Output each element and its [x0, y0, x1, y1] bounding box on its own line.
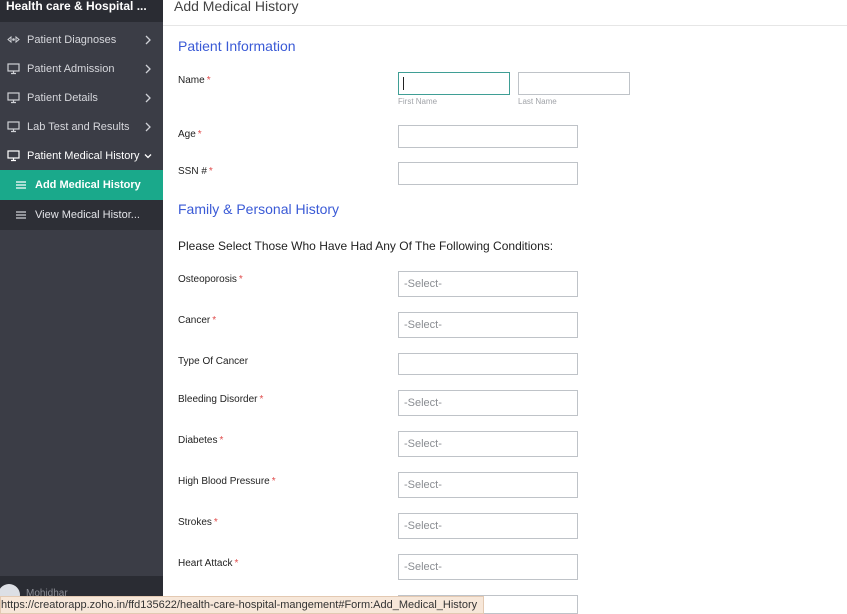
monitor-icon: [7, 62, 20, 75]
required-mark: *: [213, 517, 218, 528]
monitor-icon: [7, 91, 20, 104]
strokes-select[interactable]: -Select-: [398, 513, 578, 539]
type-of-cancer-input[interactable]: [398, 353, 578, 375]
osteoporosis-select[interactable]: -Select-: [398, 271, 578, 297]
diagnoses-icon: [7, 33, 20, 46]
strokes-label: Strokes *: [178, 517, 218, 528]
required-mark: *: [212, 315, 217, 326]
sidebar-item-label: Patient Details: [27, 91, 98, 104]
required-mark: *: [234, 558, 239, 569]
cancer-label: Cancer *: [178, 315, 217, 326]
name-label: Name *: [178, 75, 211, 86]
required-mark: *: [208, 166, 213, 177]
sidebar-nav: Patient Diagnoses Patient Admission Pati…: [0, 25, 163, 230]
list-icon: [15, 209, 27, 221]
required-mark: *: [197, 129, 202, 140]
text-caret: [403, 77, 404, 90]
page-title: Add Medical History: [174, 0, 299, 14]
section-family-history: Family & Personal History: [178, 201, 340, 217]
diabetes-label: Diabetes *: [178, 435, 224, 446]
required-mark: *: [259, 394, 264, 405]
page-header: Add Medical History: [163, 0, 847, 26]
first-name-input[interactable]: [398, 72, 510, 95]
chevron-right-icon: [143, 93, 153, 103]
cancer-select[interactable]: -Select-: [398, 312, 578, 338]
osteoporosis-label: Osteoporosis *: [178, 274, 243, 285]
type-of-cancer-label: Type Of Cancer: [178, 356, 249, 367]
chevron-down-icon: [143, 151, 153, 161]
high-blood-pressure-select[interactable]: -Select-: [398, 472, 578, 498]
chevron-right-icon: [143, 64, 153, 74]
app-title[interactable]: Health care & Hospital ...: [0, 0, 163, 22]
sidebar-item-patient-medical-history[interactable]: Patient Medical History: [0, 141, 163, 170]
sidebar-subitem-view-medical-history[interactable]: View Medical Histor...: [0, 200, 163, 230]
chevron-right-icon: [143, 122, 153, 132]
last-name-input[interactable]: [518, 72, 630, 95]
required-mark: *: [271, 476, 276, 487]
age-input[interactable]: [398, 125, 578, 148]
sidebar: Health care & Hospital ... Patient Diagn…: [0, 0, 163, 614]
first-name-hint: First Name: [398, 97, 438, 106]
conditions-prompt: Please Select Those Who Have Had Any Of …: [178, 239, 554, 253]
section-patient-information: Patient Information: [178, 38, 296, 54]
sidebar-item-label: Patient Diagnoses: [27, 33, 117, 46]
status-url-bar: https://creatorapp.zoho.in/ffd135622/hea…: [0, 596, 485, 614]
diabetes-select[interactable]: -Select-: [398, 431, 578, 457]
required-mark: *: [238, 274, 243, 285]
required-mark: *: [219, 435, 224, 446]
sidebar-item-label: Patient Admission: [27, 62, 115, 75]
heart-attack-label: Heart Attack *: [178, 558, 239, 569]
list-icon: [15, 179, 27, 191]
main-content: Add Medical History Patient Information …: [163, 0, 847, 614]
high-blood-pressure-label: High Blood Pressure *: [178, 476, 276, 487]
monitor-icon: [7, 120, 20, 133]
sidebar-item-patient-admission[interactable]: Patient Admission: [0, 54, 163, 83]
sidebar-item-label: Patient Medical History: [27, 149, 140, 162]
ssn-input[interactable]: [398, 162, 578, 185]
sidebar-item-lab-test-results[interactable]: Lab Test and Results: [0, 112, 163, 141]
sidebar-subitem-label: View Medical Histor...: [35, 209, 140, 221]
monitor-icon: [7, 149, 20, 162]
bleeding-disorder-label: Bleeding Disorder *: [178, 394, 264, 405]
sidebar-item-patient-details[interactable]: Patient Details: [0, 83, 163, 112]
sidebar-subitem-add-medical-history[interactable]: Add Medical History: [0, 170, 163, 200]
sidebar-item-patient-diagnoses[interactable]: Patient Diagnoses: [0, 25, 163, 54]
ssn-label: SSN # *: [178, 166, 213, 177]
chevron-right-icon: [143, 35, 153, 45]
sidebar-subitem-label: Add Medical History: [35, 179, 141, 191]
last-name-hint: Last Name: [518, 97, 557, 106]
bleeding-disorder-select[interactable]: -Select-: [398, 390, 578, 416]
sidebar-item-label: Lab Test and Results: [27, 120, 130, 133]
age-label: Age *: [178, 129, 202, 140]
required-mark: *: [206, 75, 211, 86]
heart-attack-select[interactable]: -Select-: [398, 554, 578, 580]
